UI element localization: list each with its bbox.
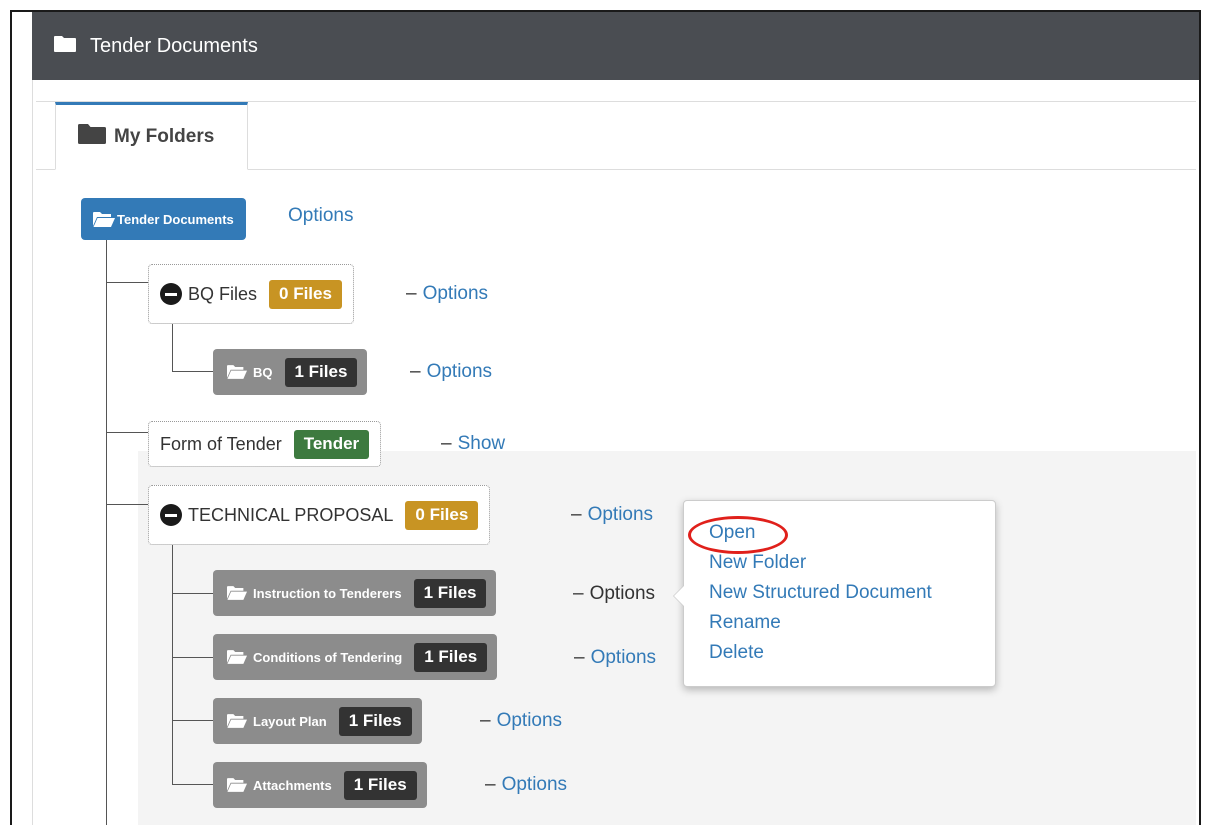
menu-item-delete[interactable]: Delete [709, 642, 764, 664]
file-count-badge: 1 Files [414, 642, 488, 672]
node-label: Instruction to Tenderers [253, 585, 402, 601]
menu-item-new-folder[interactable]: New Folder [709, 552, 806, 574]
technical-proposal-options-link[interactable]: – Options [571, 504, 653, 526]
tree-line [106, 432, 148, 433]
conditions-options-link[interactable]: – Options [574, 647, 656, 669]
menu-item-rename[interactable]: Rename [709, 612, 781, 634]
tree-node-bq-files[interactable]: BQ Files 0 Files [148, 264, 354, 324]
open-folder-icon [227, 778, 247, 792]
tree-node-technical-proposal[interactable]: TECHNICAL PROPOSAL 0 Files [148, 485, 491, 545]
tree-line [172, 371, 213, 372]
form-of-tender-show-link[interactable]: – Show [441, 433, 505, 455]
node-label: Form of Tender [160, 433, 282, 454]
folder-icon [54, 35, 76, 58]
tree-line [172, 593, 213, 594]
tender-badge: Tender [293, 429, 370, 459]
panel-title: Tender Documents [90, 34, 258, 57]
layout-plan-options-link[interactable]: – Options [480, 710, 562, 732]
file-count-badge: 1 Files [338, 706, 412, 736]
tree-line [106, 240, 107, 825]
folder-icon [78, 124, 106, 150]
bq-options-link[interactable]: – Options [410, 361, 492, 383]
tree-node-form-of-tender[interactable]: Form of Tender Tender [148, 421, 382, 467]
collapse-icon[interactable] [160, 504, 182, 526]
tree-line [106, 282, 148, 283]
tree-node-conditions-of-tendering[interactable]: Conditions of Tendering 1 Files [213, 634, 498, 680]
open-folder-icon [227, 365, 247, 379]
file-count-badge: 1 Files [284, 357, 358, 387]
tab-my-folders[interactable]: My Folders [55, 102, 248, 170]
tabs-divider-left [36, 169, 55, 170]
tree-root-node[interactable]: Tender Documents [81, 198, 246, 240]
screenshot-frame: Tender Documents My Folders Tender Docum… [10, 10, 1201, 825]
open-folder-icon [93, 211, 115, 227]
tree-line [106, 504, 148, 505]
open-folder-icon [227, 586, 247, 600]
bq-files-options-link[interactable]: – Options [406, 283, 488, 305]
node-label: Tender Documents [117, 211, 234, 227]
node-label: Attachments [253, 777, 332, 793]
open-folder-icon [227, 650, 247, 664]
annotation-circle [688, 516, 788, 554]
node-label: BQ Files [188, 283, 258, 304]
file-count-badge: 0 Files [405, 500, 479, 530]
instruction-options-link[interactable]: – Options [573, 583, 655, 605]
popover-arrow [673, 585, 684, 607]
tree-node-bq[interactable]: BQ 1 Files [213, 349, 368, 395]
node-label: Layout Plan [253, 713, 327, 729]
tree-line [172, 657, 213, 658]
open-folder-icon [227, 714, 247, 728]
tree-node-layout-plan[interactable]: Layout Plan 1 Files [213, 698, 422, 744]
collapse-icon[interactable] [160, 283, 182, 305]
node-label: TECHNICAL PROPOSAL [188, 504, 394, 525]
file-count-badge: 0 Files [269, 279, 342, 309]
menu-item-new-structured-document[interactable]: New Structured Document [709, 582, 932, 604]
file-count-badge: 1 Files [343, 770, 417, 800]
tree-line [172, 784, 213, 785]
tree-node-instruction-to-tenderers[interactable]: Instruction to Tenderers 1 Files [213, 570, 497, 616]
tree-node-attachments[interactable]: Attachments 1 Files [213, 762, 427, 808]
node-label: Conditions of Tendering [253, 649, 403, 665]
tree-line [172, 720, 213, 721]
tab-label: My Folders [114, 126, 215, 147]
root-options-link[interactable]: Options [288, 205, 353, 227]
tree-line [172, 544, 173, 784]
panel-header: Tender Documents [32, 12, 1199, 80]
node-label: BQ [253, 364, 273, 380]
tabs-divider [248, 169, 1196, 170]
attachments-options-link[interactable]: – Options [485, 774, 567, 796]
file-count-badge: 1 Files [413, 578, 487, 608]
